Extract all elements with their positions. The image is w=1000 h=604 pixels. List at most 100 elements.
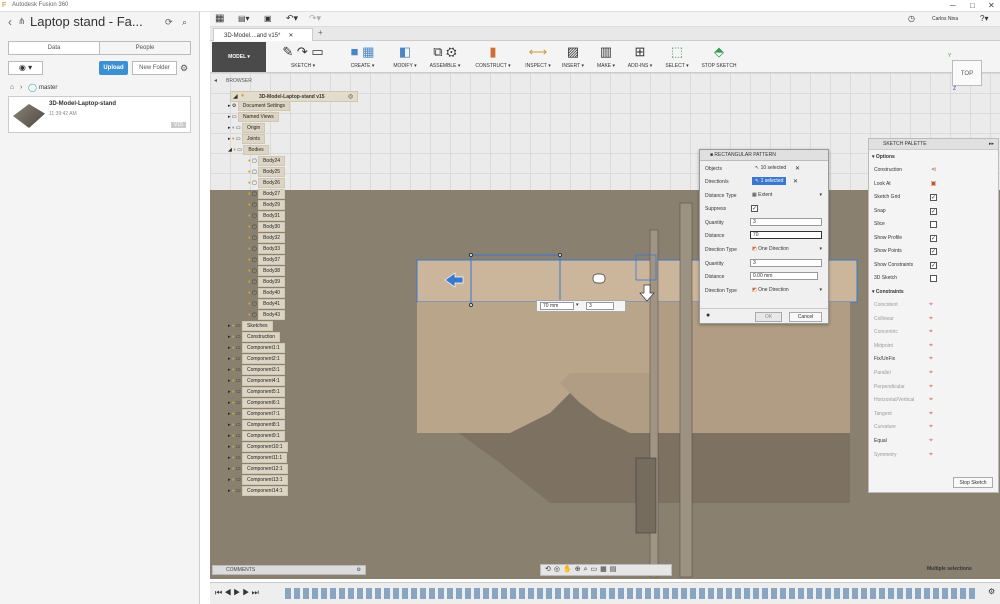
tree-item-component[interactable]: ▸ ♦ ▭ Component5:1 (228, 387, 368, 398)
tree-item-component[interactable]: ▸ ♦ ▭ Component6:1 (228, 398, 368, 409)
branch-label[interactable]: master (39, 85, 57, 91)
option-checkbox[interactable]: ✓ (930, 261, 937, 269)
tree-item-component[interactable]: ▸ ♦ ▭ Component9:1 (228, 431, 368, 442)
new-tab-icon[interactable]: + (318, 28, 323, 37)
expand-icon[interactable]: ▸ (228, 367, 231, 373)
expand-icon[interactable]: ▸ (228, 466, 231, 472)
constraint-icon[interactable]: ⌖ (929, 355, 933, 363)
timeline[interactable]: ⏮◀▶▶⏭ ⚙ (210, 582, 1000, 604)
distance-input[interactable]: 70 (750, 231, 822, 239)
constraint-label[interactable]: Perpendicular (874, 384, 905, 390)
option-checkbox[interactable]: ✓ (930, 234, 937, 242)
directions-selection[interactable]: ↖ 1 selected (752, 177, 787, 185)
constraint-icon[interactable]: ⌖ (929, 396, 933, 404)
objects-selection[interactable]: ↖ 10 selected (752, 164, 789, 172)
share-icon[interactable]: ⋔ (18, 16, 26, 27)
lightbulb-icon[interactable]: ♦ (232, 422, 235, 428)
tree-item-body[interactable]: ♦ ▢ Body39 (248, 277, 368, 288)
tree-item-body[interactable]: ♦ ▢ Body33 (248, 244, 368, 255)
tree-item-component[interactable]: ▸ ♦ ▭ Construction (228, 332, 368, 343)
sketch-point[interactable] (558, 253, 562, 257)
distance-inline-input[interactable]: 70 mm (540, 302, 574, 310)
distance-type-select[interactable]: ▦ Extent ▾ (750, 192, 822, 200)
lightbulb-icon[interactable]: ♦ (248, 202, 251, 208)
constraint-icon[interactable]: ⌖ (929, 328, 933, 336)
expand-icon[interactable]: ▸ (228, 114, 231, 120)
lightbulb-icon[interactable]: ♦ (232, 411, 235, 417)
zoom-icon[interactable]: ⊕ (575, 566, 584, 573)
insert-menu[interactable]: ▨ INSERT ▾ (559, 42, 587, 72)
tree-item-component[interactable]: ▸ ♦ ▭ Component10:1 (228, 442, 368, 453)
tree-item-component[interactable]: ▸ ♦ ▭ Component12:1 (228, 464, 368, 475)
lightbulb-icon[interactable]: ♦ (248, 246, 251, 252)
cancel-button[interactable]: Cancel (789, 312, 822, 322)
ok-button[interactable]: OK (755, 312, 782, 322)
tree-item-component[interactable]: ▸ ♦ ▭ Component7:1 (228, 409, 368, 420)
expand-icon[interactable]: ◢ (233, 93, 238, 100)
lightbulb-icon[interactable]: ♦ (232, 400, 235, 406)
timeline-settings-icon[interactable]: ⚙ (988, 587, 995, 596)
constraint-icon[interactable]: ⌖ (929, 383, 933, 391)
close-icon[interactable]: ✕ (988, 1, 995, 10)
constraint-icon[interactable]: ⌖ (929, 315, 933, 323)
lightbulb-icon[interactable]: ♦ (232, 367, 235, 373)
grid-menu-icon[interactable]: ▦ (215, 13, 224, 24)
stop-sketch-button[interactable]: ⬘ STOP SKETCH (698, 42, 740, 72)
timeline-features[interactable] (285, 588, 975, 599)
constraints-header[interactable]: ▾ Constraints (872, 289, 904, 295)
make-menu[interactable]: ▥ MAKE ▾ (592, 42, 620, 72)
tree-item-body[interactable]: ♦ ▢ Body30 (248, 222, 368, 233)
option-action-icon[interactable]: ⊲ (930, 167, 937, 174)
collapse-icon[interactable]: ◢ (228, 147, 232, 153)
help-icon[interactable]: ?▾ (980, 14, 988, 23)
tree-item-component[interactable]: ▸ ♦ ▭ Sketches (228, 321, 368, 332)
first-icon[interactable]: ⏮ (215, 588, 224, 597)
lightbulb-icon[interactable]: ♦ (241, 93, 244, 99)
constraint-icon[interactable]: ⌖ (929, 342, 933, 350)
lightbulb-icon[interactable]: ♦ (232, 136, 235, 142)
constraint-label[interactable]: Midpoint (874, 343, 893, 349)
assemble-menu[interactable]: ⧉ ⚙ ASSEMBLE ▾ (425, 42, 465, 72)
constraint-icon[interactable]: ⌖ (929, 437, 933, 445)
lightbulb-icon[interactable]: ♦ (248, 268, 251, 274)
sketch-point[interactable] (469, 253, 473, 257)
comments-gear-icon[interactable]: ⚙ (357, 566, 361, 575)
target-icon[interactable]: ◎ (348, 93, 353, 100)
tree-item-body[interactable]: ♦ ▢ Body41 (248, 299, 368, 310)
lightbulb-icon[interactable]: ♦ (248, 180, 251, 186)
expand-icon[interactable]: ▸ (228, 477, 231, 483)
view-toggle[interactable]: ◉ ▾ (8, 61, 43, 75)
quantity-inline-input[interactable]: 3 (586, 302, 614, 310)
clear-objects-icon[interactable]: ✕ (795, 165, 800, 172)
tree-item-body[interactable]: ♦ ▢ Body37 (248, 255, 368, 266)
lightbulb-icon[interactable]: ♦ (248, 213, 251, 219)
expand-icon[interactable]: ▸ (228, 422, 231, 428)
constraint-label[interactable]: Curvature (874, 424, 896, 430)
lightbulb-icon[interactable]: ♦ (233, 147, 236, 153)
navigation-bar[interactable]: ⟲◎✋⊕⌕▭▦▤ (540, 564, 672, 576)
tree-item-component[interactable]: ▸ ♦ ▭ Component1:1 (228, 343, 368, 354)
search-icon[interactable]: ⌕ (182, 17, 187, 28)
dropdown-arrow-icon[interactable]: ▾ (576, 302, 579, 308)
lightbulb-icon[interactable]: ♦ (248, 235, 251, 241)
tree-item-document-settings[interactable]: ▸ ⚙ Document Settings (228, 101, 368, 112)
expand-icon[interactable]: ▸ (228, 356, 231, 362)
lightbulb-icon[interactable]: ♦ (248, 279, 251, 285)
quantity-input[interactable]: 3 (750, 218, 822, 226)
timeline-controls[interactable]: ⏮◀▶▶⏭ (215, 588, 261, 598)
create-menu[interactable]: ■ ▦ CREATE ▾ (340, 42, 385, 72)
constraint-icon[interactable]: ⌖ (929, 369, 933, 377)
lightbulb-icon[interactable]: ♦ (248, 169, 251, 175)
clock-icon[interactable]: ◷ (908, 14, 915, 23)
constraint-label[interactable]: Coincident (874, 302, 898, 308)
tree-item-component[interactable]: ▸ ♦ ▭ Component14:1 (228, 486, 368, 497)
distance2-input[interactable]: 0.00 mm (750, 272, 818, 280)
constraint-icon[interactable]: ⌖ (929, 451, 933, 459)
lightbulb-icon[interactable]: ♦ (248, 191, 251, 197)
tab-data[interactable]: Data (8, 41, 100, 55)
next-icon[interactable]: ▶ (242, 588, 251, 597)
stop-sketch-palette-button[interactable]: Stop Sketch (953, 477, 993, 488)
tree-item-body[interactable]: ♦ ▢ Body27 (248, 189, 368, 200)
constraint-icon[interactable]: ⌖ (929, 423, 933, 431)
lightbulb-icon[interactable]: ♦ (232, 345, 235, 351)
